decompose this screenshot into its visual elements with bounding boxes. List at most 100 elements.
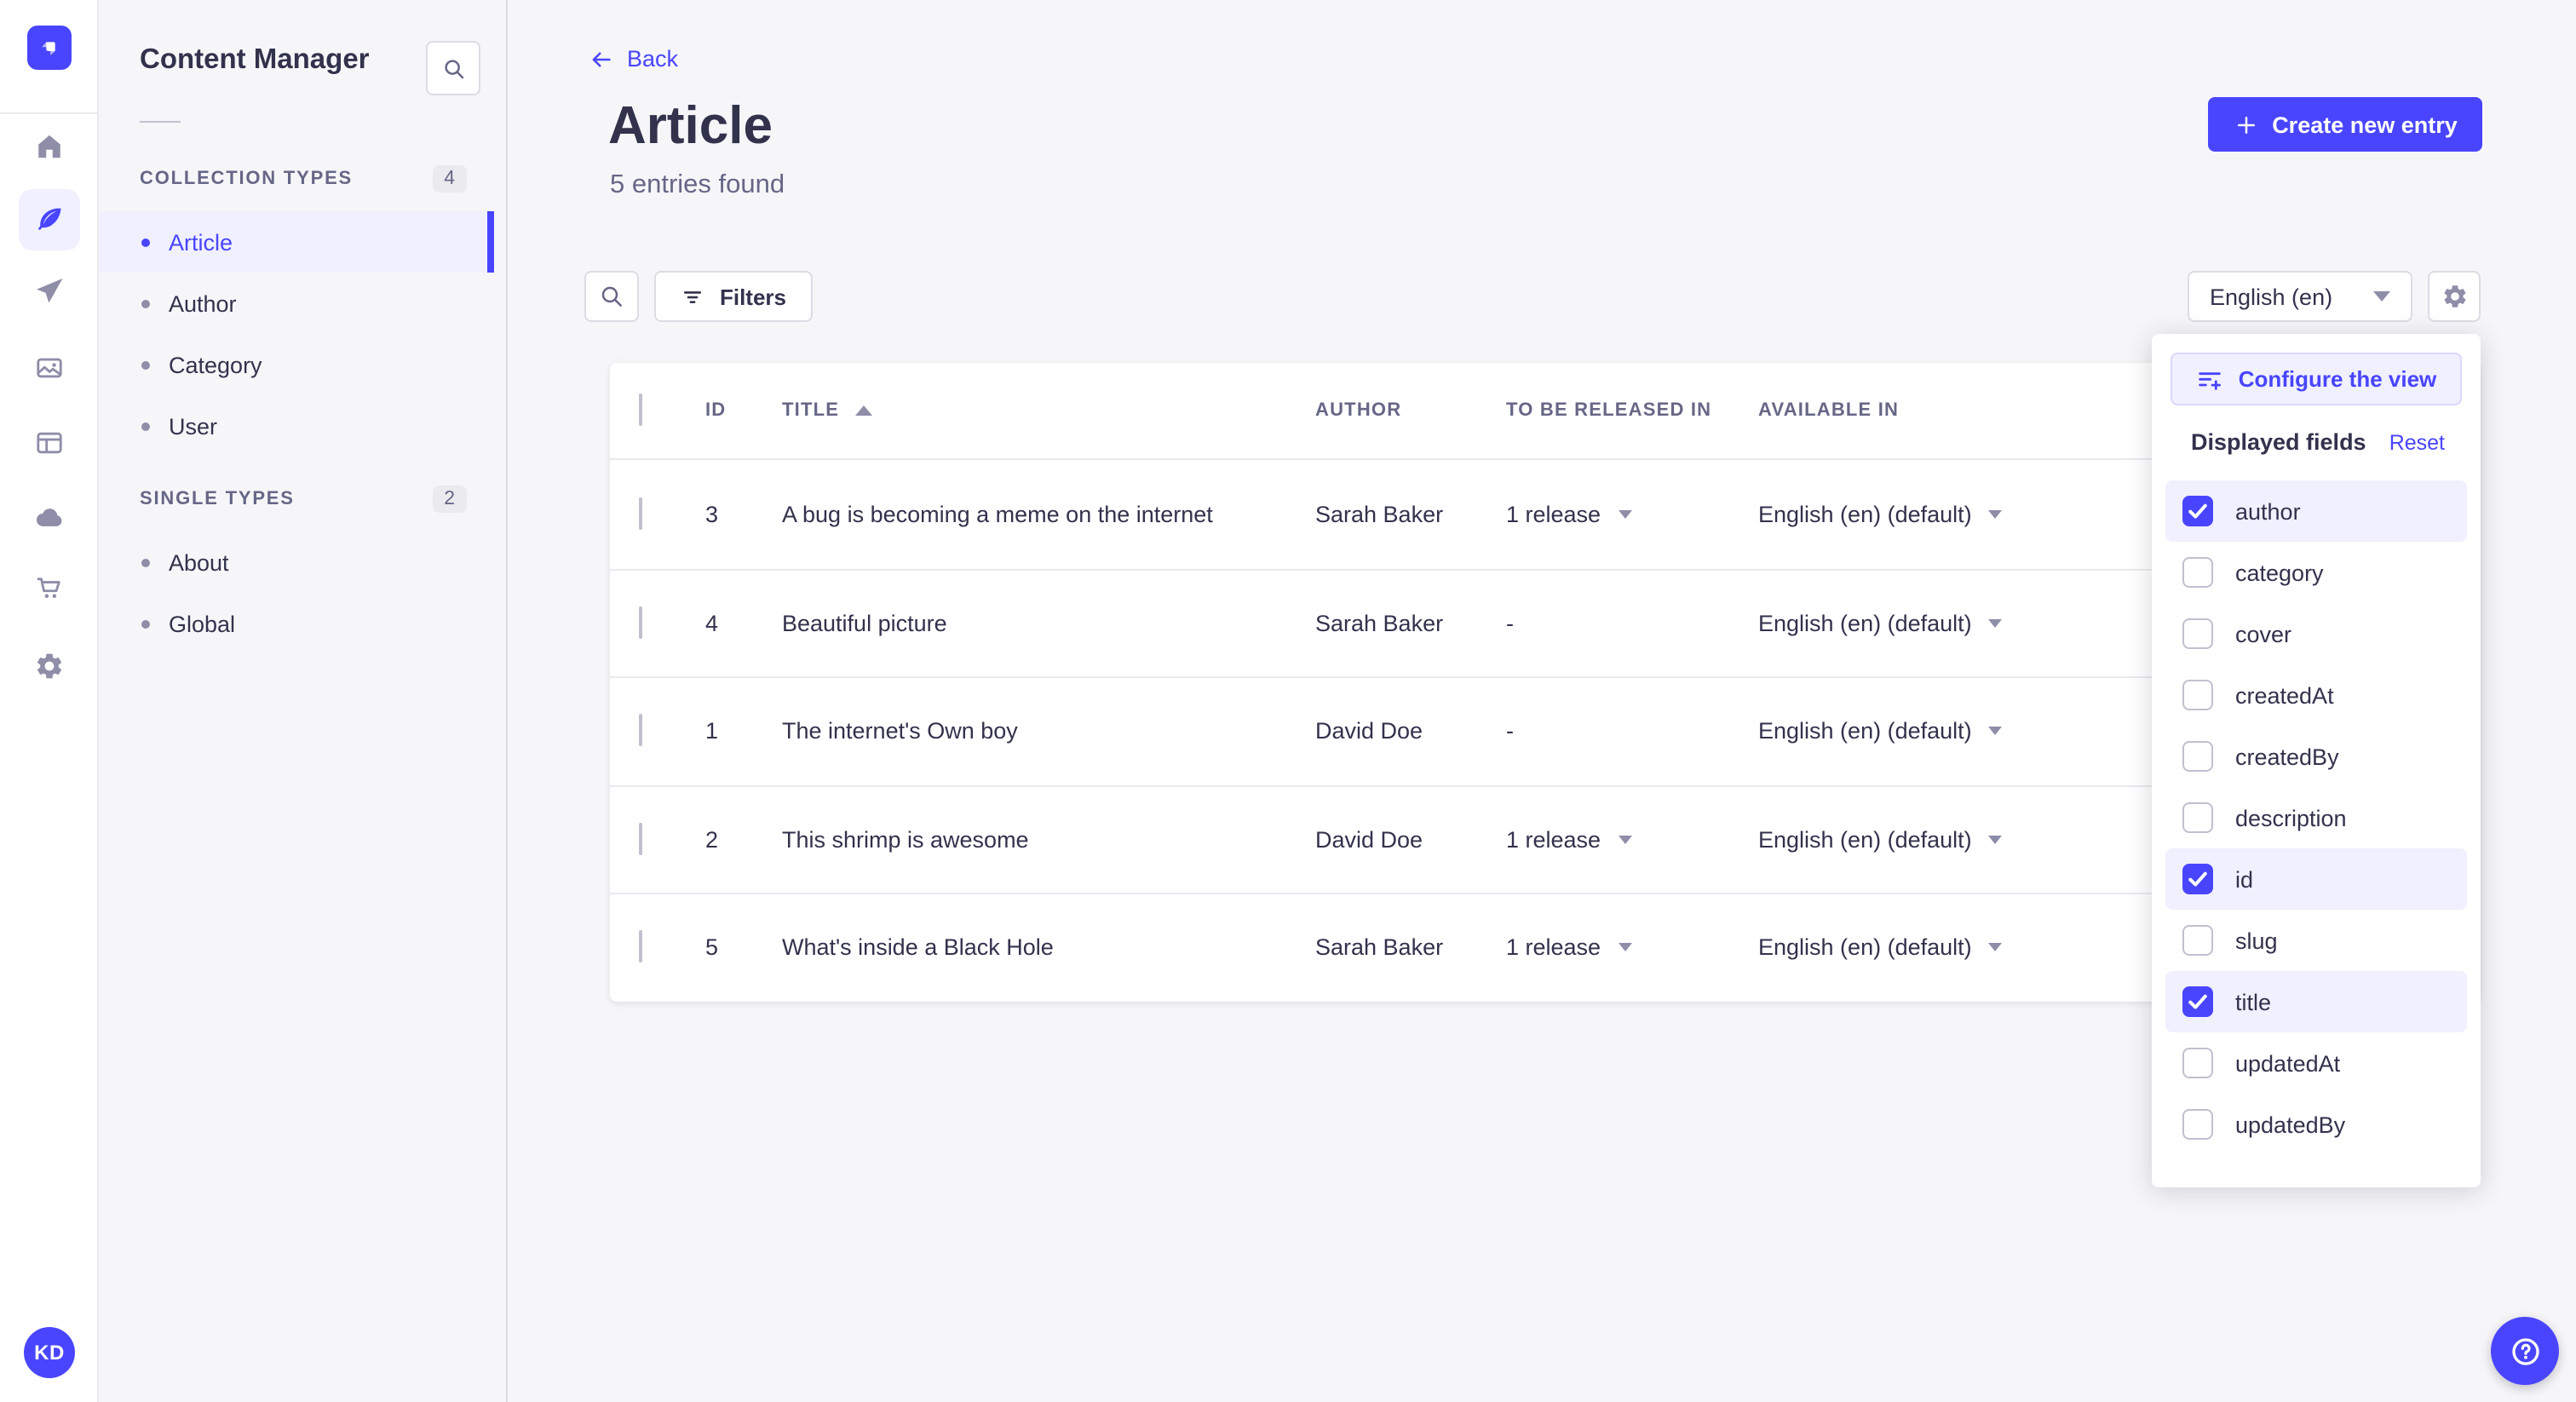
row-checkbox[interactable]: [639, 822, 642, 855]
field-label: slug: [2235, 928, 2278, 953]
releases-icon[interactable]: [19, 261, 80, 322]
locale-dropdown-icon[interactable]: [1988, 835, 2003, 844]
cell-released[interactable]: -: [1506, 611, 1514, 636]
help-button[interactable]: [2491, 1317, 2559, 1385]
filter-icon: [681, 284, 706, 309]
cell-released[interactable]: 1 release: [1506, 935, 1632, 961]
cell-title: This shrimp is awesome: [782, 826, 1029, 853]
field-toggle-row[interactable]: title: [2165, 971, 2467, 1032]
row-checkbox[interactable]: [639, 606, 642, 639]
user-avatar[interactable]: KD: [24, 1327, 75, 1378]
field-toggle-row[interactable]: cover: [2165, 603, 2467, 664]
content-manager-sidebar: Content Manager COLLECTION TYPES 4 Article…: [99, 0, 508, 1402]
column-header-author[interactable]: AUTHOR: [1315, 400, 1401, 421]
release-dropdown-icon[interactable]: [1618, 509, 1632, 519]
field-checkbox[interactable]: [2182, 680, 2213, 710]
release-dropdown-icon[interactable]: [1618, 943, 1632, 952]
cell-id: 4: [705, 610, 719, 636]
sidebar-item-label: About: [169, 549, 229, 575]
marketplace-icon[interactable]: [19, 557, 80, 618]
row-checkbox[interactable]: [639, 930, 642, 963]
field-toggle-row[interactable]: author: [2165, 480, 2467, 542]
bullet-icon: [141, 619, 150, 628]
field-toggle-row[interactable]: createdAt: [2165, 664, 2467, 726]
view-settings-button[interactable]: [2428, 271, 2481, 322]
sidebar-item-about[interactable]: About: [99, 531, 494, 593]
field-checkbox[interactable]: [2182, 925, 2213, 956]
row-checkbox[interactable]: [639, 497, 642, 530]
cell-available[interactable]: English (en) (default): [1758, 719, 2003, 744]
back-label: Back: [627, 46, 679, 72]
field-toggle-row[interactable]: slug: [2165, 910, 2467, 971]
release-dropdown-icon[interactable]: [1618, 835, 1632, 844]
reset-link[interactable]: Reset: [2389, 430, 2445, 454]
locale-dropdown-icon[interactable]: [1988, 618, 2003, 628]
field-checkbox[interactable]: [2182, 802, 2213, 833]
filters-button[interactable]: Filters: [654, 271, 813, 322]
field-checkbox[interactable]: [2182, 557, 2213, 588]
cell-author: Sarah Baker: [1315, 934, 1444, 961]
column-header-id[interactable]: ID: [705, 400, 726, 421]
settings-icon[interactable]: [19, 635, 80, 697]
home-icon[interactable]: [19, 116, 80, 177]
configure-the-view-button[interactable]: Configure the view: [2171, 353, 2462, 405]
cell-title: The internet's Own boy: [782, 718, 1018, 744]
cell-released[interactable]: 1 release: [1506, 502, 1632, 527]
field-toggle-row[interactable]: createdBy: [2165, 726, 2467, 787]
list-plus-icon: [2196, 365, 2223, 393]
cell-author: David Doe: [1315, 826, 1423, 853]
cell-released[interactable]: 1 release: [1506, 827, 1632, 853]
cell-available[interactable]: English (en) (default): [1758, 611, 2003, 636]
cell-available[interactable]: English (en) (default): [1758, 502, 2003, 527]
field-checkbox[interactable]: [2182, 986, 2213, 1017]
select-all-checkbox[interactable]: [639, 394, 642, 426]
list-search-button[interactable]: [584, 271, 639, 322]
field-checkbox[interactable]: [2182, 1109, 2213, 1140]
back-link[interactable]: Back: [589, 46, 678, 72]
field-label: cover: [2235, 621, 2292, 646]
main-nav-rail: KD: [0, 0, 99, 1402]
locale-dropdown-icon[interactable]: [1988, 943, 2003, 952]
media-library-icon[interactable]: [19, 337, 80, 399]
sidebar-item-article[interactable]: Article: [99, 211, 494, 273]
content-manager-icon[interactable]: [19, 189, 80, 250]
field-toggle-row[interactable]: updatedAt: [2165, 1032, 2467, 1094]
create-new-entry-button[interactable]: Create new entry: [2208, 97, 2482, 152]
cell-available[interactable]: English (en) (default): [1758, 827, 2003, 853]
search-icon: [440, 55, 466, 81]
column-header-released[interactable]: TO BE RELEASED IN: [1506, 400, 1711, 421]
sidebar-item-global[interactable]: Global: [99, 593, 494, 654]
sidebar-item-label: User: [169, 413, 218, 439]
chevron-down-icon: [2373, 291, 2390, 302]
locale-dropdown-icon[interactable]: [1988, 509, 2003, 519]
column-header-title[interactable]: TITLE: [782, 400, 872, 421]
sidebar-item-author[interactable]: Author: [99, 273, 494, 334]
locale-dropdown-icon[interactable]: [1988, 727, 2003, 736]
cell-released[interactable]: -: [1506, 719, 1514, 744]
content-type-builder-icon[interactable]: [19, 412, 80, 474]
cell-author: Sarah Baker: [1315, 610, 1444, 636]
field-checkbox[interactable]: [2182, 496, 2213, 526]
field-checkbox[interactable]: [2182, 741, 2213, 772]
field-toggle-row[interactable]: description: [2165, 787, 2467, 848]
cell-title: Beautiful picture: [782, 610, 947, 636]
sort-ascending-icon: [854, 405, 872, 416]
field-label: author: [2235, 498, 2301, 524]
sidebar-search-button[interactable]: [426, 41, 480, 95]
locale-select[interactable]: English (en): [2188, 271, 2412, 322]
field-toggle-row[interactable]: updatedBy: [2165, 1094, 2467, 1155]
row-checkbox[interactable]: [639, 714, 642, 747]
field-checkbox[interactable]: [2182, 864, 2213, 894]
field-label: title: [2235, 989, 2272, 1014]
column-header-available[interactable]: AVAILABLE IN: [1758, 400, 1899, 421]
field-checkbox[interactable]: [2182, 1048, 2213, 1078]
sidebar-item-category[interactable]: Category: [99, 334, 494, 395]
strapi-logo[interactable]: [27, 26, 72, 70]
cell-author: Sarah Baker: [1315, 501, 1444, 527]
field-toggle-row[interactable]: category: [2165, 542, 2467, 603]
deploy-icon[interactable]: [19, 487, 80, 549]
field-checkbox[interactable]: [2182, 618, 2213, 649]
field-toggle-row[interactable]: id: [2165, 848, 2467, 910]
cell-available[interactable]: English (en) (default): [1758, 935, 2003, 961]
sidebar-item-user[interactable]: User: [99, 395, 494, 457]
